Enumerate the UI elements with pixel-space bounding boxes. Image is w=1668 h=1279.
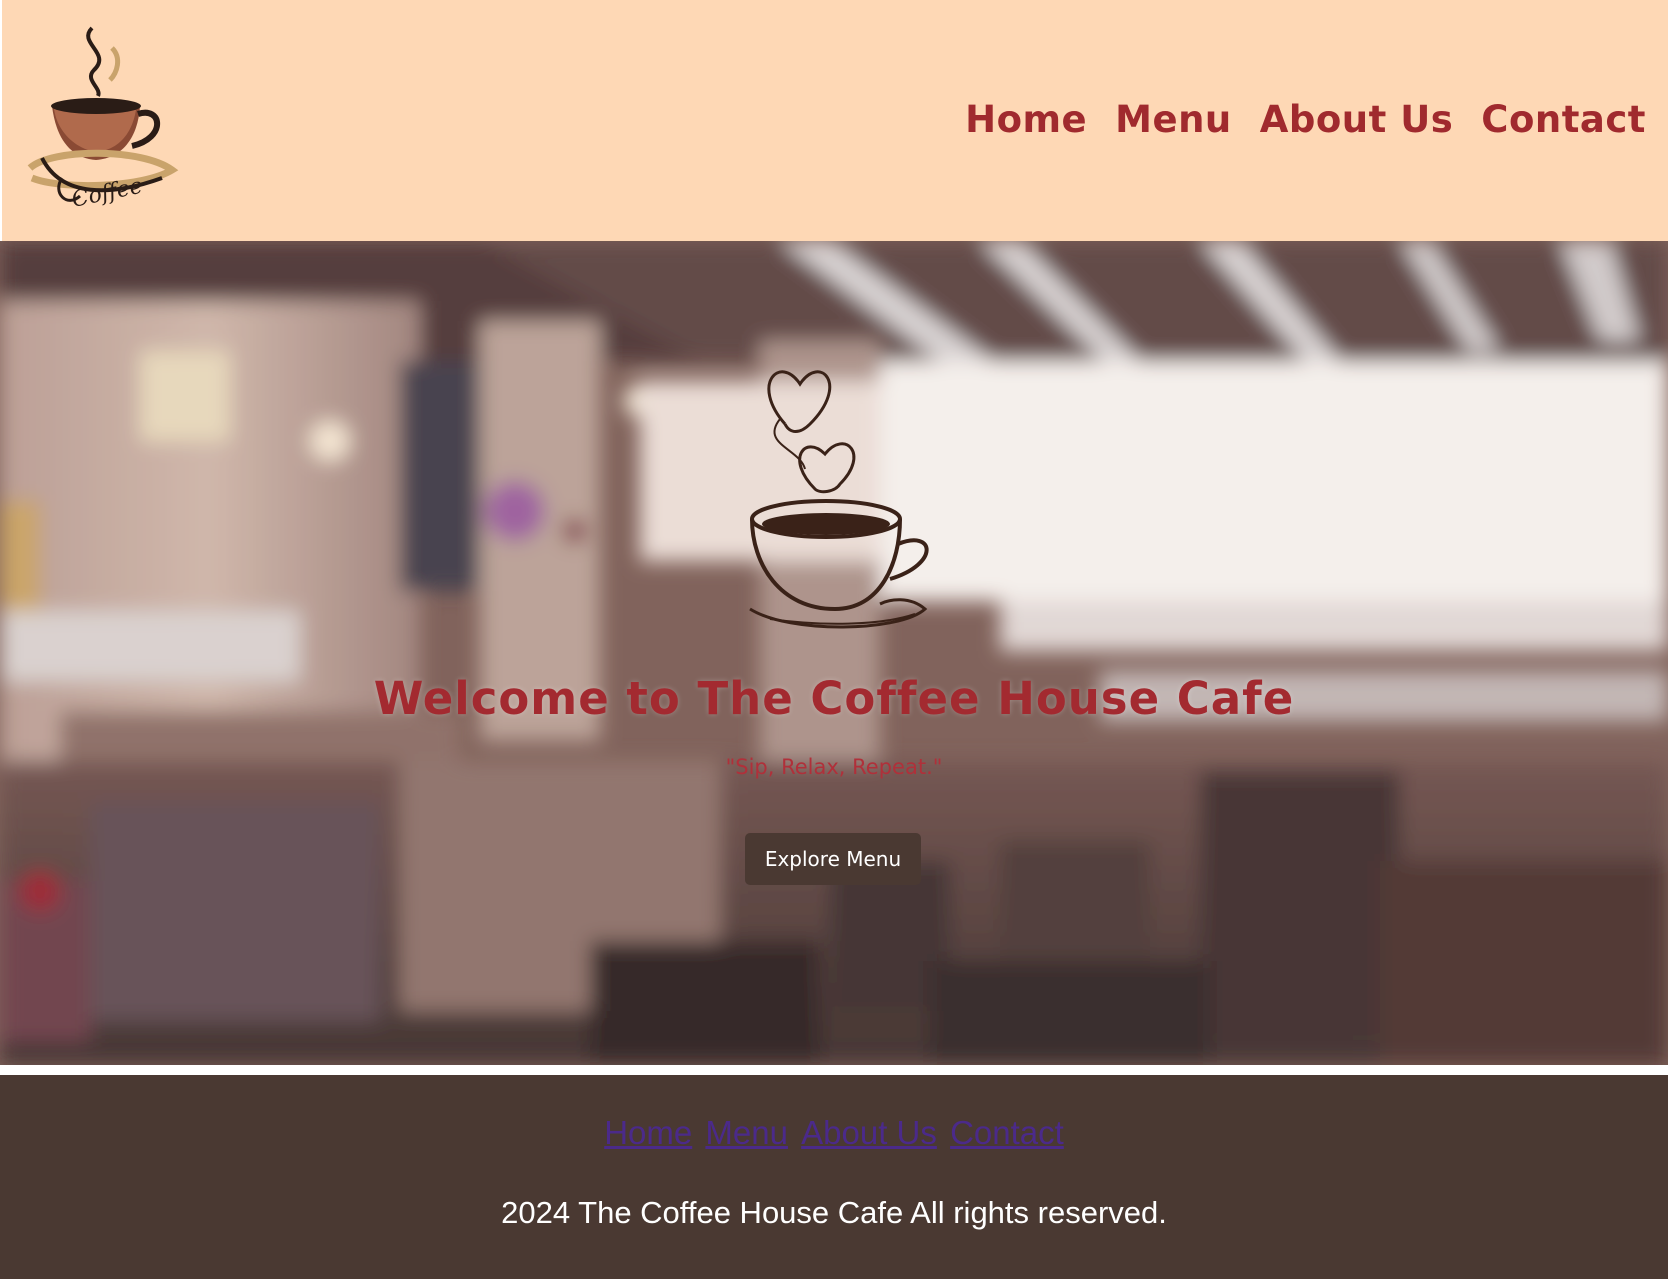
nav-about-us-link[interactable]: About Us — [1260, 98, 1454, 141]
footer-menu-link[interactable]: Menu — [705, 1114, 788, 1151]
nav-menu-link[interactable]: Menu — [1115, 98, 1232, 141]
footer-contact-link[interactable]: Contact — [950, 1114, 1064, 1151]
main-nav: Home Menu About Us Contact — [965, 98, 1646, 141]
hero-title: Welcome to The Coffee House Cafe — [373, 672, 1295, 725]
coffee-logo: Coffee — [27, 26, 179, 213]
nav-contact-link[interactable]: Contact — [1481, 98, 1646, 141]
footer-nav: Home Menu About Us Contact — [0, 1114, 1668, 1152]
coffee-cup-hearts-icon — [749, 370, 929, 629]
site-header: Coffee Home Menu About Us Contact — [2, 0, 1668, 241]
footer-home-link[interactable]: Home — [604, 1114, 692, 1151]
logo-text: Coffee — [70, 174, 145, 213]
explore-menu-button[interactable]: Explore Menu — [745, 833, 921, 885]
site-footer: Home Menu About Us Contact 2024 The Coff… — [0, 1075, 1668, 1279]
hero-tagline: "Sip, Relax, Repeat." — [725, 755, 943, 779]
nav-home-link[interactable]: Home — [965, 98, 1087, 141]
footer-about-us-link[interactable]: About Us — [801, 1114, 937, 1151]
copyright-text: 2024 The Coffee House Cafe All rights re… — [501, 1195, 1167, 1230]
hero-section: Welcome to The Coffee House Cafe "Sip, R… — [0, 241, 1668, 1065]
